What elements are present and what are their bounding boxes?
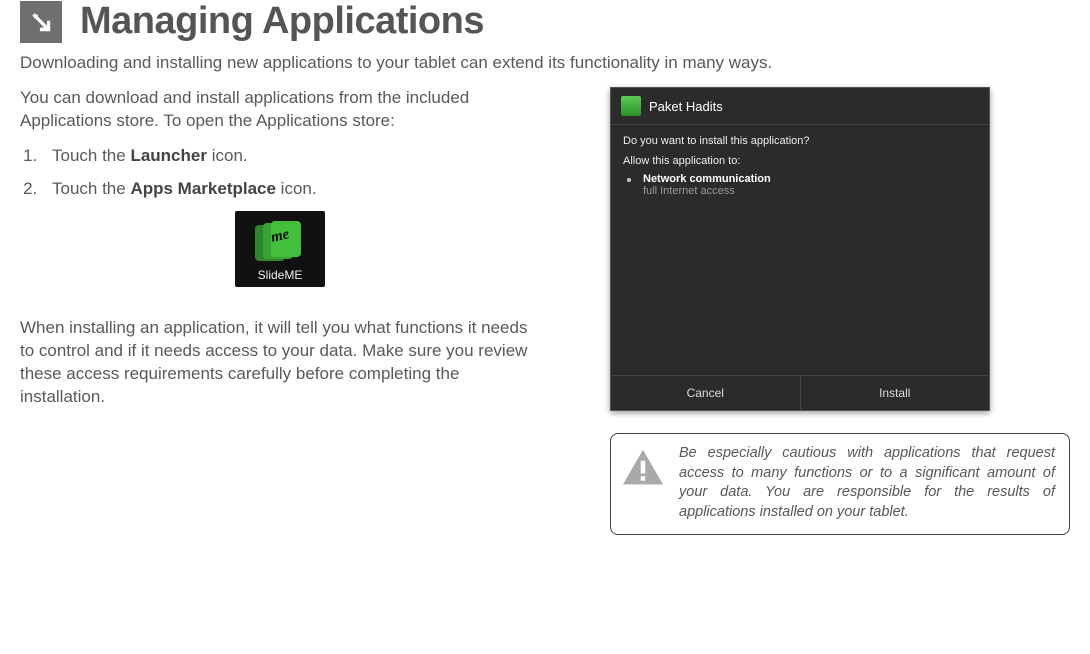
android-install-dialog: Paket Hadits Do you want to install this… [610,87,990,411]
step-2: Touch the Apps Marketplace icon. [42,178,540,201]
permission-title: Network communication [643,173,771,185]
slideme-app-icon: me SlideME [235,211,325,287]
slideme-label: SlideME [253,267,307,283]
dialog-allow-label: Allow this application to: [623,155,977,167]
dialog-question: Do you want to install this application? [623,135,977,147]
section-arrow-icon [20,1,62,43]
install-button[interactable]: Install [801,376,990,410]
dialog-app-title: Paket Hadits [649,99,723,114]
slideme-script: me [269,224,291,248]
page-title: Managing Applications [80,0,484,43]
warning-text: Be especially cautious with applications… [679,444,1055,522]
app-icon [621,96,641,116]
cancel-button[interactable]: Cancel [611,376,801,410]
bullet-icon [627,178,631,182]
step-1: Touch the Launcher icon. [42,145,540,168]
review-perms-text: When installing an application, it will … [20,317,540,409]
warning-callout: Be especially cautious with applications… [610,433,1070,535]
intro-text: Downloading and installing new applicati… [20,53,1070,73]
permission-subtitle: full Internet access [643,185,771,197]
open-store-text: You can download and install application… [20,87,540,133]
warning-triangle-icon [621,448,665,488]
